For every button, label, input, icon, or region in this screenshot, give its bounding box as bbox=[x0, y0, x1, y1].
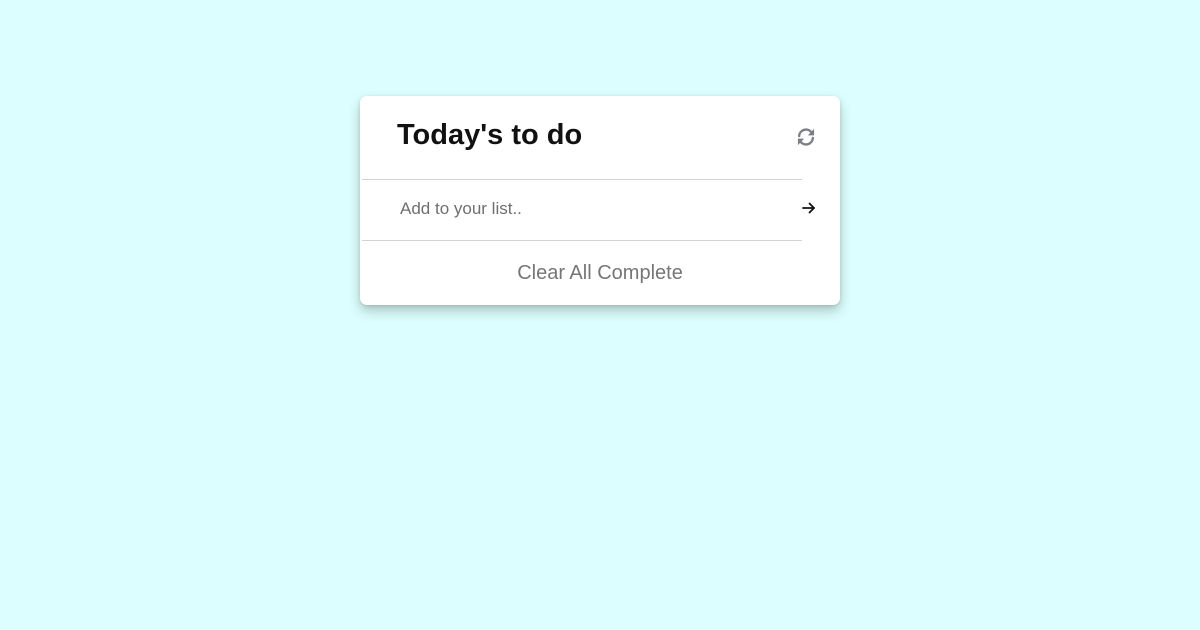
divider bbox=[362, 240, 802, 241]
refresh-icon[interactable] bbox=[795, 126, 817, 148]
page-title: Today's to do bbox=[397, 119, 583, 151]
clear-all-complete-button[interactable]: Clear All Complete bbox=[360, 256, 840, 290]
todo-card: Today's to do Clear All Complete bbox=[360, 96, 840, 305]
todo-header: Today's to do bbox=[360, 96, 840, 179]
add-item-input[interactable] bbox=[398, 194, 782, 224]
divider bbox=[362, 179, 802, 180]
arrow-right-icon[interactable] bbox=[801, 200, 817, 216]
